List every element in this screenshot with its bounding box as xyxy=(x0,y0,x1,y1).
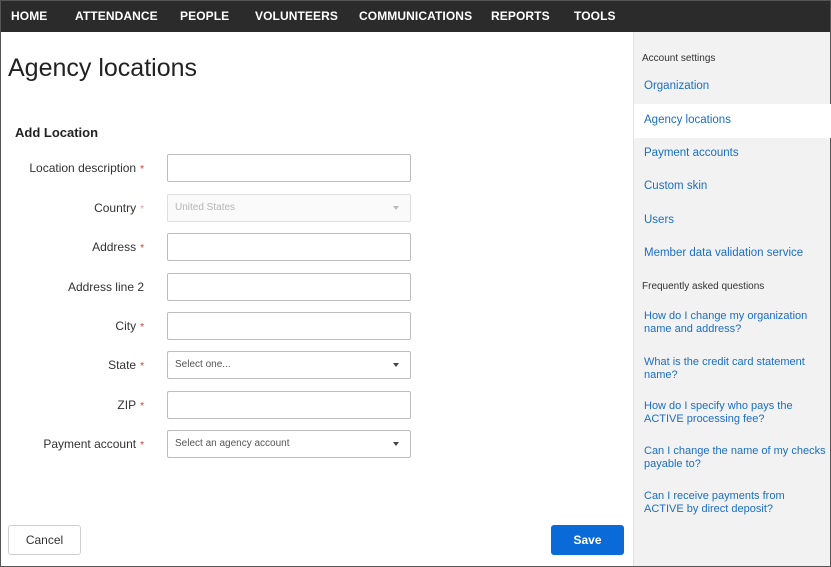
faq-link-direct-deposit[interactable]: Can I receive payments from ACTIVE by di… xyxy=(644,490,826,516)
nav-home[interactable]: HOME xyxy=(11,1,47,32)
zip-input[interactable] xyxy=(167,391,411,419)
nav-attendance[interactable]: ATTENDANCE xyxy=(75,1,158,32)
save-button[interactable]: Save xyxy=(551,525,624,555)
faq-heading: Frequently asked questions xyxy=(642,281,765,292)
nav-people[interactable]: PEOPLE xyxy=(180,1,229,32)
required-marker: * xyxy=(140,322,144,333)
required-marker: * xyxy=(140,243,144,254)
city-input[interactable] xyxy=(167,312,411,340)
sidebar-item-payment-accounts[interactable]: Payment accounts xyxy=(644,147,826,160)
state-select-value: Select one... xyxy=(175,359,231,370)
nav-communications[interactable]: COMMUNICATIONS xyxy=(359,1,472,32)
faq-link-checks-payable[interactable]: Can I change the name of my checks payab… xyxy=(644,445,826,471)
faq-link-statement-name[interactable]: What is the credit card statement name? xyxy=(644,356,826,382)
zip-label: ZIP * xyxy=(117,398,144,412)
state-select[interactable]: Select one... xyxy=(167,351,411,379)
nav-reports[interactable]: REPORTS xyxy=(491,1,550,32)
nav-volunteers[interactable]: VOLUNTEERS xyxy=(255,1,338,32)
chevron-down-icon xyxy=(393,206,399,210)
location-description-label: Location description * xyxy=(29,161,144,175)
required-marker: * xyxy=(140,401,144,412)
payment-account-label: Payment account * xyxy=(43,437,144,451)
page-title: Agency locations xyxy=(8,54,198,82)
country-select[interactable]: United States xyxy=(167,194,411,222)
account-settings-heading: Account settings xyxy=(642,53,716,64)
chevron-down-icon xyxy=(393,363,399,367)
required-marker: * xyxy=(140,361,144,372)
required-marker: * xyxy=(140,164,144,175)
required-marker: * xyxy=(140,440,144,451)
address2-input[interactable] xyxy=(167,273,411,301)
section-title: Add Location xyxy=(15,125,99,140)
settings-sidebar: Account settings Organization Agency loc… xyxy=(633,32,831,566)
main-content: Agency locations Add Location Location d… xyxy=(1,32,633,566)
faq-link-change-org-name[interactable]: How do I change my organization name and… xyxy=(644,310,826,336)
nav-tools[interactable]: TOOLS xyxy=(574,1,616,32)
chevron-down-icon xyxy=(393,442,399,446)
state-label: State * xyxy=(108,358,144,372)
city-label: City * xyxy=(115,319,144,333)
top-nav: HOME ATTENDANCE PEOPLE VOLUNTEERS COMMUN… xyxy=(1,1,830,32)
sidebar-item-member-data-validation[interactable]: Member data validation service xyxy=(644,247,826,260)
country-label: Country * xyxy=(94,201,144,215)
sidebar-item-users[interactable]: Users xyxy=(644,214,826,227)
sidebar-item-custom-skin[interactable]: Custom skin xyxy=(644,180,826,193)
address-label: Address * xyxy=(92,240,144,254)
country-select-value: United States xyxy=(175,202,236,213)
address-input[interactable] xyxy=(167,233,411,261)
faq-link-processing-fee[interactable]: How do I specify who pays the ACTIVE pro… xyxy=(644,400,826,426)
sidebar-item-agency-locations[interactable]: Agency locations xyxy=(644,114,826,127)
address2-label: Address line 2 xyxy=(67,280,144,294)
required-marker: * xyxy=(140,204,144,215)
cancel-button[interactable]: Cancel xyxy=(8,525,81,555)
payment-account-select[interactable]: Select an agency account xyxy=(167,430,411,458)
sidebar-item-organization[interactable]: Organization xyxy=(644,80,826,93)
payment-account-select-value: Select an agency account xyxy=(175,438,290,449)
location-description-input[interactable] xyxy=(167,154,411,182)
